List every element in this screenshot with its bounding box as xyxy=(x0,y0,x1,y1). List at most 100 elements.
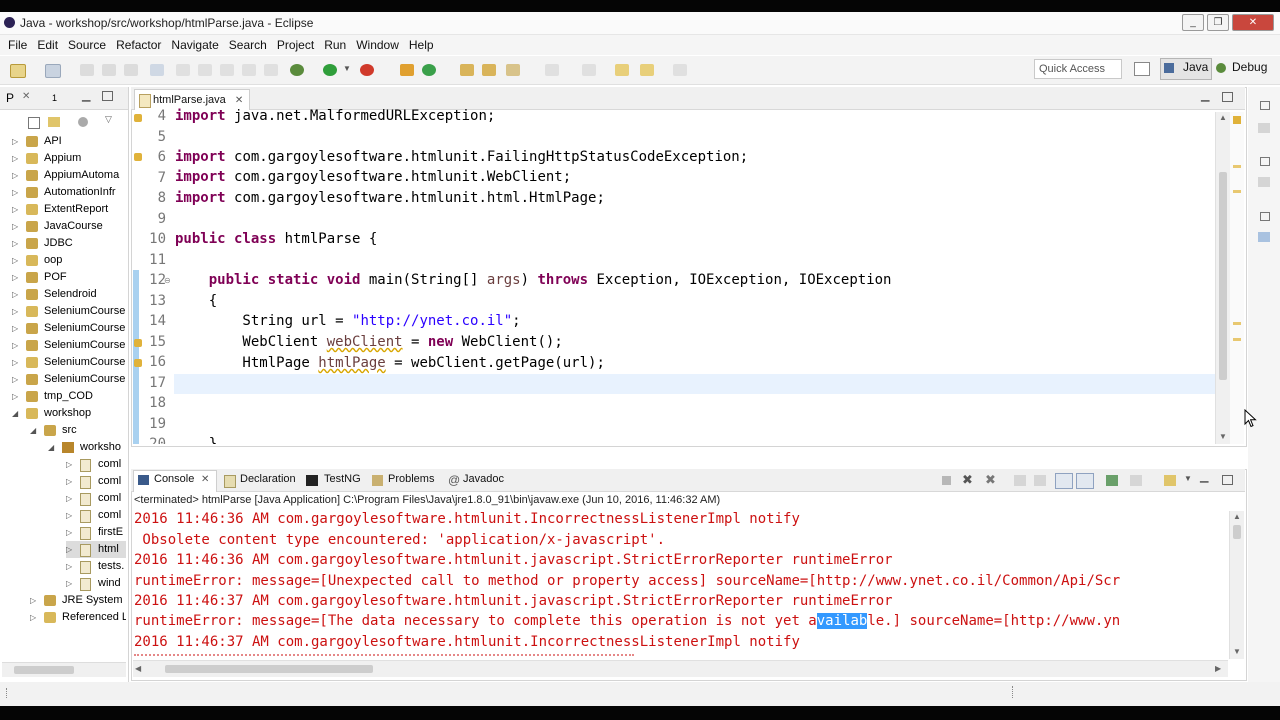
expand-right-icon[interactable]: ▷ xyxy=(12,337,18,354)
tab-problems[interactable]: Problems xyxy=(388,473,434,485)
remove-all-icon[interactable]: ✖ xyxy=(985,472,996,488)
minimize-editor-icon[interactable]: ▁ xyxy=(1201,89,1209,102)
tree-item[interactable]: ▷ SeleniumCourse xyxy=(12,371,126,388)
tab-declaration[interactable]: Declaration xyxy=(240,473,296,485)
expand-right-icon[interactable]: ▷ xyxy=(12,184,18,201)
tree-horizontal-scrollbar[interactable] xyxy=(2,662,126,677)
expand-right-icon[interactable]: ▷ xyxy=(12,150,18,167)
minimize-console-icon[interactable]: ▁ xyxy=(1200,470,1208,483)
restore-view-icon[interactable] xyxy=(1260,212,1270,221)
tab-testng[interactable]: TestNG xyxy=(324,473,361,485)
collapse-all-icon[interactable] xyxy=(28,117,40,129)
open-perspective-icon[interactable] xyxy=(1134,62,1150,76)
tree-item[interactable]: ▷ Referenced L xyxy=(30,609,126,626)
maximize-console-icon[interactable] xyxy=(1222,475,1233,485)
close-icon[interactable]: ✕ xyxy=(22,91,30,102)
expand-right-icon[interactable]: ▷ xyxy=(66,456,72,473)
menu-project[interactable]: Project xyxy=(277,38,314,52)
scroll-lock-icon[interactable] xyxy=(1034,475,1046,486)
tree-item[interactable]: ▷ API xyxy=(12,133,126,150)
expand-right-icon[interactable]: ▷ xyxy=(12,371,18,388)
hierarchy-tab[interactable]: 1 xyxy=(52,93,57,103)
code-line-6[interactable]: import com.gargoylesoftware.htmlunit.Fai… xyxy=(175,149,748,165)
tree-item[interactable]: ▷ JavaCourse xyxy=(12,218,126,235)
display-console-icon[interactable] xyxy=(1130,475,1142,486)
tree-item[interactable]: ▷ html xyxy=(66,541,126,558)
tree-item[interactable]: ◢ worksho xyxy=(48,439,126,456)
expand-right-icon[interactable]: ▷ xyxy=(12,354,18,371)
tree-item[interactable]: ▷ wind xyxy=(66,575,126,592)
expand-right-icon[interactable]: ▷ xyxy=(66,575,72,592)
code-line-7[interactable]: import com.gargoylesoftware.htmlunit.Web… xyxy=(175,169,571,185)
new-class-icon[interactable] xyxy=(422,64,436,76)
tree-item[interactable]: ▷ coml xyxy=(66,507,126,524)
scroll-right-arrow-icon[interactable]: ▶ xyxy=(1215,664,1221,673)
open-folder-icon[interactable] xyxy=(460,64,474,76)
tree-item[interactable]: ▷ ExtentReport xyxy=(12,201,126,218)
tree-item[interactable]: ▷ tmp_COD xyxy=(12,388,126,405)
editor-tab-htmlparse[interactable]: htmlParse.java ✕ xyxy=(134,89,251,110)
scroll-left-arrow-icon[interactable]: ◀ xyxy=(135,664,141,673)
expand-down-icon[interactable]: ◢ xyxy=(12,405,18,422)
open-file-icon[interactable] xyxy=(482,64,496,76)
new-icon[interactable] xyxy=(10,64,26,78)
show-on-output-icon[interactable] xyxy=(1076,473,1094,489)
tree-item[interactable]: ▷ SeleniumCourse xyxy=(12,337,126,354)
code-line-13[interactable]: { xyxy=(175,293,217,309)
expand-right-icon[interactable]: ▷ xyxy=(12,133,18,150)
run-dropdown-icon[interactable]: ▼ xyxy=(343,64,351,76)
expand-right-icon[interactable]: ▷ xyxy=(66,473,72,490)
expand-down-icon[interactable]: ◢ xyxy=(30,422,36,439)
tree-scroll-thumb[interactable] xyxy=(14,666,74,674)
menu-navigate[interactable]: Navigate xyxy=(171,38,218,52)
expand-right-icon[interactable]: ▷ xyxy=(12,388,18,405)
console-scroll-thumb[interactable] xyxy=(1233,525,1241,539)
open-type-icon[interactable] xyxy=(124,64,138,76)
expand-right-icon[interactable]: ▷ xyxy=(12,218,18,235)
expand-right-icon[interactable]: ▷ xyxy=(30,592,36,609)
debug-terminate-icon[interactable] xyxy=(264,64,278,76)
tab-javadoc[interactable]: Javadoc xyxy=(463,473,504,485)
last-edit-icon[interactable] xyxy=(615,64,629,76)
scroll-down-arrow-icon[interactable]: ▼ xyxy=(1233,647,1241,656)
editor-scroll-thumb[interactable] xyxy=(1219,172,1227,380)
link-with-editor-icon[interactable] xyxy=(48,117,60,127)
expand-right-icon[interactable]: ▷ xyxy=(66,558,72,575)
menu-refactor[interactable]: Refactor xyxy=(116,38,161,52)
console-horizontal-scrollbar[interactable]: ◀ ▶ xyxy=(133,660,1228,677)
console-vertical-scrollbar[interactable]: ▲ ▼ xyxy=(1229,511,1244,659)
view-dropdown-icon[interactable]: ▽ xyxy=(105,114,112,125)
code-line-20[interactable]: } xyxy=(175,436,217,444)
package-explorer-tab[interactable]: P xyxy=(6,91,14,105)
quick-access-field[interactable]: Quick Access xyxy=(1034,59,1122,79)
expand-right-icon[interactable]: ▷ xyxy=(12,235,18,252)
word-wrap-icon[interactable] xyxy=(1055,473,1073,489)
code-line-15[interactable]: WebClient webClient = new WebClient(); xyxy=(175,334,562,350)
debug-resume-icon[interactable] xyxy=(220,64,234,76)
tab-console[interactable]: Console xyxy=(154,473,194,485)
menu-help[interactable]: Help xyxy=(409,38,434,52)
minimize-button[interactable]: _ xyxy=(1182,14,1204,31)
close-tab-icon[interactable]: ✕ xyxy=(235,95,243,106)
maximize-editor-icon[interactable] xyxy=(1222,92,1233,102)
tree-item[interactable]: ▷ AppiumAutoma xyxy=(12,167,126,184)
console-hscroll-thumb[interactable] xyxy=(165,665,373,673)
annotation-icon[interactable] xyxy=(545,64,559,76)
clear-console-icon[interactable] xyxy=(1014,475,1026,486)
tree-item[interactable]: ▷ coml xyxy=(66,490,126,507)
menu-search[interactable]: Search xyxy=(229,38,267,52)
tree-item[interactable]: ▷ SeleniumCourse xyxy=(12,320,126,337)
close-icon[interactable]: ✕ xyxy=(201,474,209,485)
menu-edit[interactable]: Edit xyxy=(37,38,58,52)
code-line-12[interactable]: public static void main(String[] args) t… xyxy=(175,272,892,288)
scroll-down-arrow-icon[interactable]: ▼ xyxy=(1219,432,1227,441)
remove-launch-icon[interactable]: ✖ xyxy=(962,472,973,488)
maximize-button[interactable]: ❐ xyxy=(1207,14,1229,31)
outline-tree-icon[interactable] xyxy=(1258,232,1270,242)
tree-item[interactable]: ▷ SeleniumCourse xyxy=(12,303,126,320)
view-menu-icon[interactable] xyxy=(78,117,88,127)
search-icon[interactable] xyxy=(506,64,520,76)
expand-right-icon[interactable]: ▷ xyxy=(12,269,18,286)
tree-item[interactable]: ◢ workshop xyxy=(12,405,126,422)
skip-breakpoints-icon[interactable] xyxy=(176,64,190,76)
